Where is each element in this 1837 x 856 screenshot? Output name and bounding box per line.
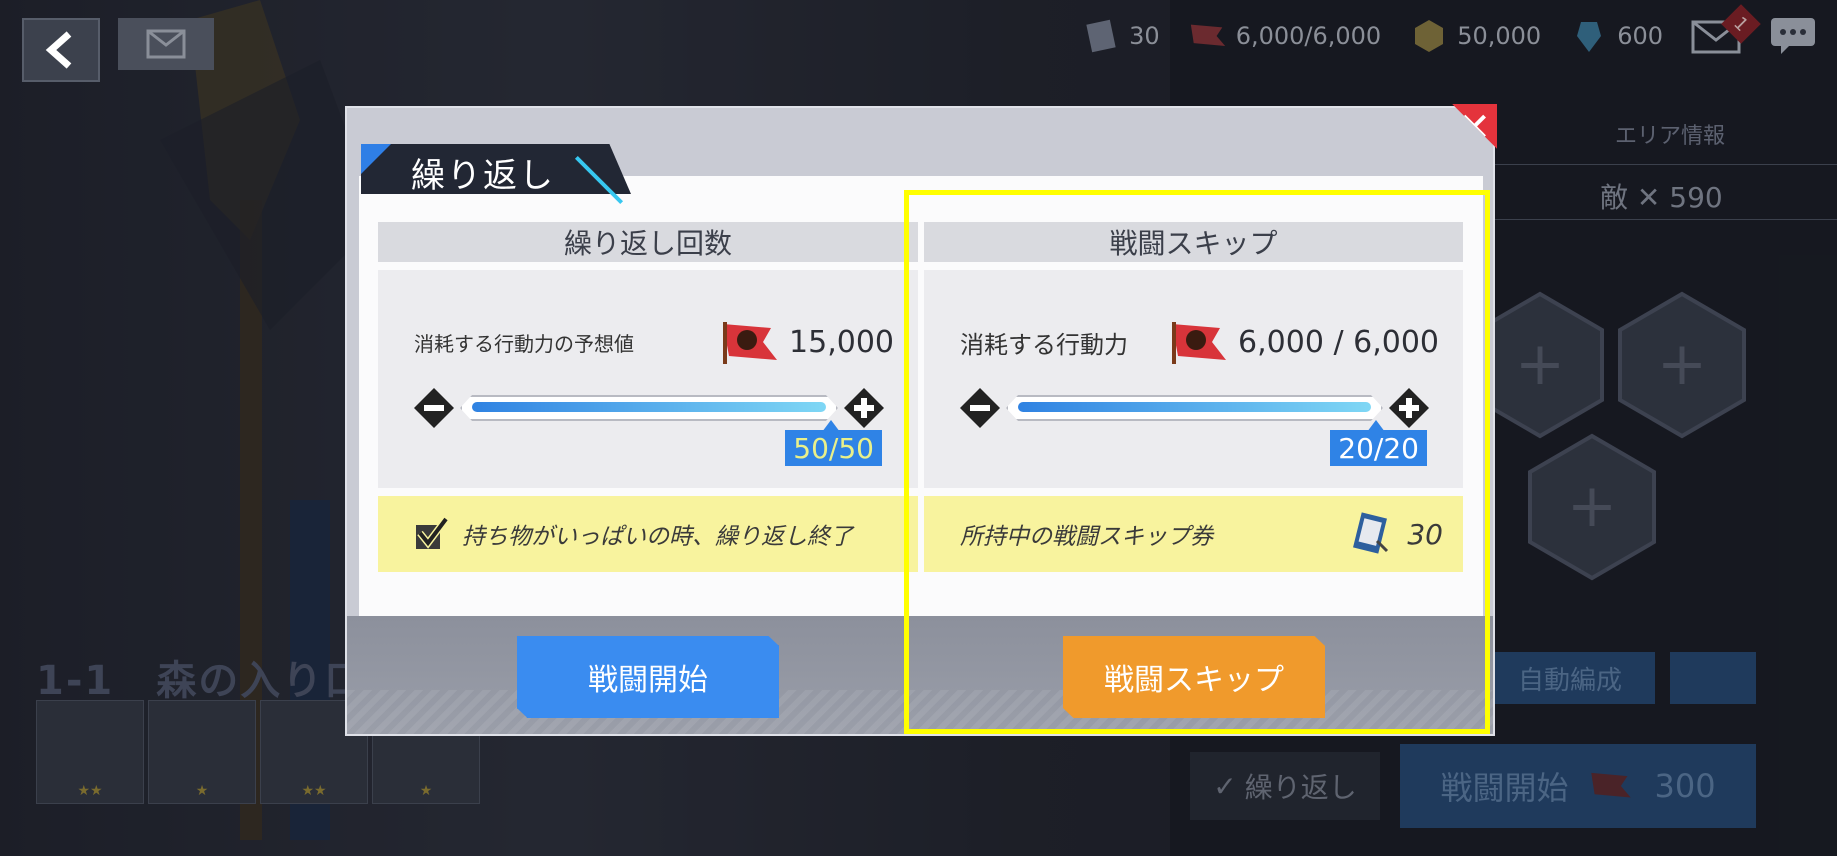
owned-tickets-label: 所持中の戦闘スキップ券: [960, 524, 1213, 550]
skip-ticket-icon: [1353, 512, 1389, 554]
cost-row: 消耗する行動力の予想値 15,000: [414, 318, 894, 366]
plus-icon[interactable]: [844, 388, 884, 428]
slider-track[interactable]: [460, 395, 838, 421]
slider-fill: [472, 402, 826, 412]
reward-item[interactable]: ★: [148, 700, 256, 804]
envelope-icon: [146, 29, 186, 59]
stop-when-full-option[interactable]: 持ち物がいっぱいの時、繰り返し終了: [378, 496, 918, 572]
repeat-count-panel: 繰り返し回数 消耗する行動力の予想値 15,000 50/50 持ち物がいっぱい…: [378, 222, 918, 572]
start-battle-button[interactable]: 戦闘開始: [517, 636, 779, 718]
panel-header: 繰り返し回数: [378, 222, 918, 262]
gold-resource[interactable]: 50,000: [1409, 16, 1541, 56]
chat-bubble-icon: [1771, 18, 1815, 54]
start-cost: 300: [1654, 767, 1716, 805]
slider-fill: [1018, 402, 1371, 412]
plus-icon[interactable]: [1389, 388, 1429, 428]
gold-coin-icon: [1409, 16, 1449, 56]
gem-resource[interactable]: 600: [1569, 16, 1663, 56]
checkbox-checked-icon[interactable]: [414, 517, 448, 551]
owned-tickets-value: 30: [1347, 511, 1443, 557]
skip-count-slider[interactable]: [960, 388, 1429, 428]
repeat-label: 繰り返し: [1244, 771, 1357, 804]
cost-label: 消耗する行動力: [960, 330, 1128, 359]
item-stars: ★: [419, 783, 433, 799]
stamina-flag-icon: [1188, 16, 1228, 56]
auto-formation-button[interactable]: 自動編成: [1485, 652, 1655, 704]
panel-main: 消耗する行動力の予想値 15,000 50/50: [378, 270, 918, 488]
checkmark-icon: ✓: [1213, 769, 1237, 803]
stamina-flag-icon: [1591, 772, 1632, 798]
skip-ticket-resource[interactable]: 30: [1081, 16, 1160, 56]
stage-title: 1-1 森の入り口: [36, 658, 367, 704]
formation-settings-button[interactable]: [1670, 652, 1756, 704]
stamina-flag-icon: [1172, 322, 1227, 364]
title-accent: [361, 144, 391, 174]
party-slot-2[interactable]: +: [1612, 290, 1752, 440]
cost-value: 15,000: [719, 318, 894, 366]
svg-text:+: +: [1657, 329, 1707, 399]
stamina-resource[interactable]: 6,000/6,000: [1188, 16, 1382, 56]
repeat-count-slider[interactable]: [414, 388, 884, 428]
start-label: 戦闘開始: [1440, 769, 1569, 807]
owned-tickets-count: 30: [1407, 517, 1443, 551]
cost-number: 6,000 / 6,000: [1238, 324, 1439, 360]
cost-value: 6,000 / 6,000: [1168, 318, 1439, 366]
skip-ticket-icon: [1081, 16, 1121, 56]
mail-button[interactable]: 1: [1691, 4, 1761, 54]
chat-button[interactable]: [1769, 16, 1817, 56]
gem-count: 600: [1617, 22, 1663, 50]
battle-skip-panel: 戦闘スキップ 消耗する行動力 6,000 / 6,000 20/20 所持中の戦…: [924, 222, 1463, 572]
stamina-flag-icon: [723, 322, 778, 364]
svg-text:+: +: [1515, 329, 1565, 399]
close-icon: ✕: [1457, 105, 1491, 151]
party-slot-3[interactable]: +: [1522, 432, 1662, 582]
back-arrow-icon: [45, 31, 72, 69]
repeat-dialog: 繰り返し ✕ 繰り返し回数 消耗する行動力の予想値 15,000 50/50 持…: [345, 104, 1497, 736]
dialog-title-text: 繰り返し: [411, 156, 555, 196]
background-start-button[interactable]: 戦闘開始 300: [1400, 744, 1756, 828]
minus-icon[interactable]: [414, 388, 454, 428]
close-button[interactable]: ✕: [1452, 104, 1497, 151]
panel-header: 戦闘スキップ: [924, 222, 1463, 262]
item-stars: ★★: [301, 783, 327, 799]
svg-text:+: +: [1567, 471, 1617, 541]
enemy-count: 敵 ✕ 590: [1600, 181, 1723, 214]
gold-count: 50,000: [1457, 22, 1542, 50]
mission-button[interactable]: [118, 18, 214, 70]
repeat-toggle[interactable]: ✓ 繰り返し: [1190, 752, 1380, 820]
panel-main: 消耗する行動力 6,000 / 6,000 20/20: [924, 270, 1463, 488]
skip-count-badge: 20/20: [1330, 430, 1427, 466]
skip-ticket-count: 30: [1129, 22, 1160, 50]
back-button[interactable]: [22, 18, 100, 82]
cost-number: 15,000: [789, 324, 894, 360]
owned-skip-tickets: 所持中の戦闘スキップ券 30: [924, 496, 1463, 572]
repeat-count-badge: 50/50: [785, 430, 882, 466]
cost-row: 消耗する行動力 6,000 / 6,000: [960, 318, 1439, 366]
dialog-title: 繰り返し: [361, 144, 661, 205]
item-stars: ★★: [77, 783, 103, 799]
resource-bar: 30 6,000/6,000 50,000 600 1: [1081, 4, 1817, 58]
item-stars: ★: [195, 783, 209, 799]
skip-battle-button[interactable]: 戦闘スキップ: [1063, 636, 1325, 718]
cost-label: 消耗する行動力の予想値: [414, 331, 634, 356]
minus-icon[interactable]: [960, 388, 1000, 428]
gem-icon: [1569, 16, 1609, 56]
slider-track[interactable]: [1006, 395, 1383, 421]
reward-item[interactable]: ★★: [36, 700, 144, 804]
stamina-count: 6,000/6,000: [1235, 22, 1382, 50]
stop-when-full-label: 持ち物がいっぱいの時、繰り返し終了: [462, 524, 853, 550]
area-info-tab[interactable]: エリア情報: [1615, 118, 1725, 150]
